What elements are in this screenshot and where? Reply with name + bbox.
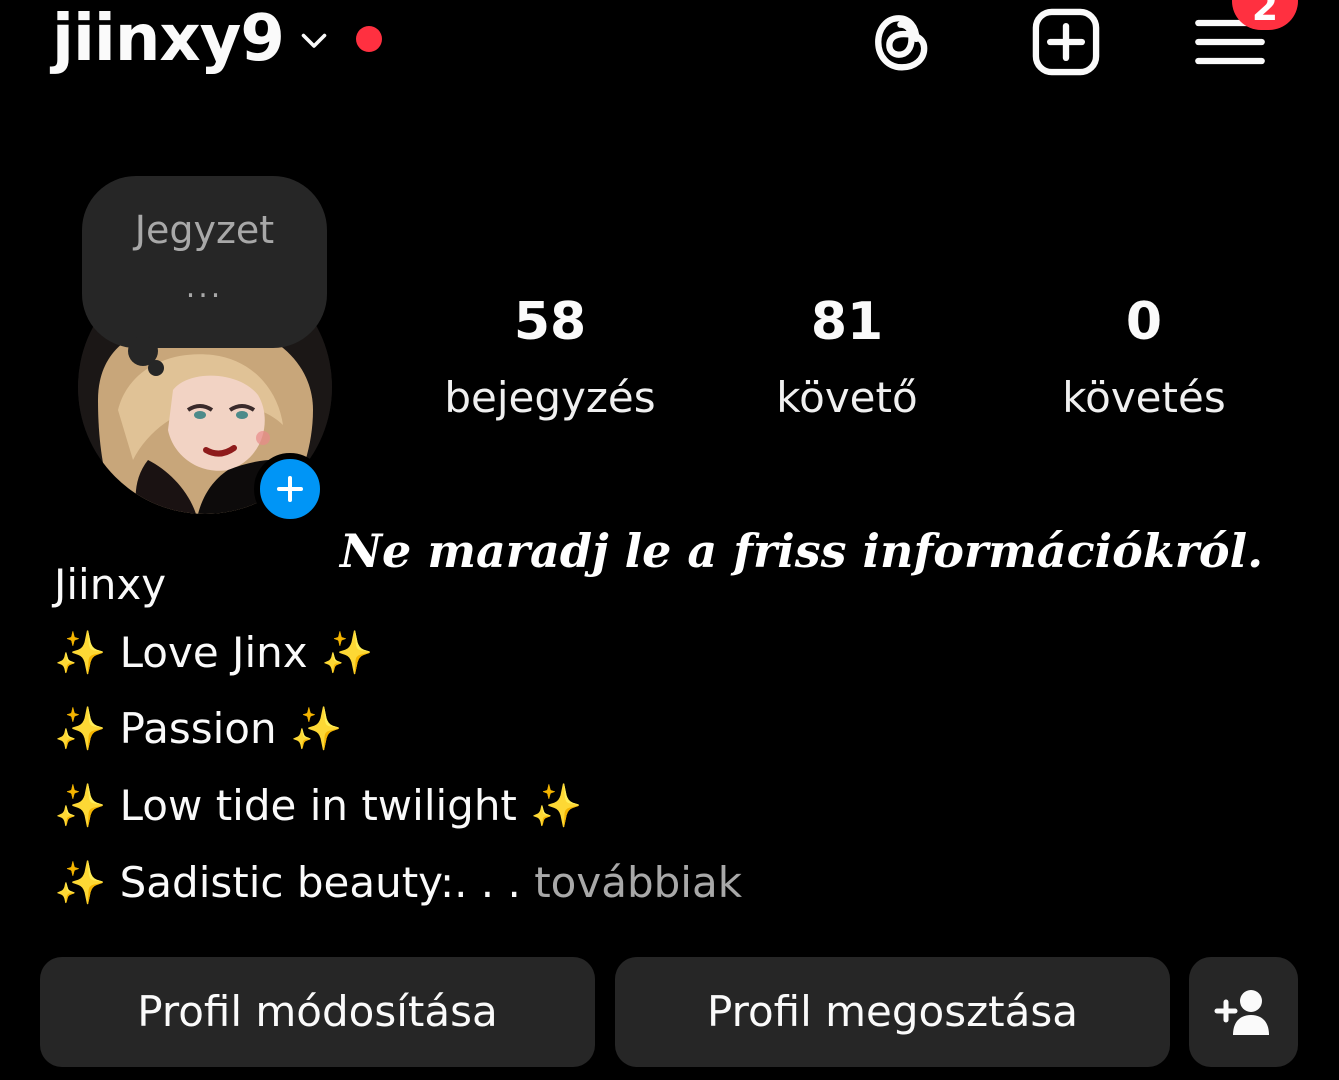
discover-people-button[interactable] — [1189, 957, 1298, 1067]
bio-text: Love Jinx — [106, 628, 321, 677]
bio-text: Passion — [106, 704, 290, 753]
bio-text: Low tide in twilight — [106, 781, 531, 830]
note-bubble[interactable] — [82, 176, 327, 348]
following-count: 0 — [1125, 292, 1163, 352]
sparkles-icon: ✨ — [289, 704, 343, 753]
bio-line: ✨ Love Jinx ✨ — [54, 628, 373, 678]
threads-icon[interactable] — [864, 4, 940, 80]
overlay-caption: Ne maradj le a friss információkról. — [340, 524, 1264, 578]
sparkles-icon: ✨ — [54, 704, 107, 753]
followers-label: követő — [776, 373, 918, 422]
bio-line: ✨ Low tide in twilight ✨ — [54, 781, 583, 831]
add-story-button[interactable] — [254, 453, 326, 525]
bio-line: ✨ Sadistic beauty:. . . továbbiak — [54, 858, 742, 908]
note-ellipsis: ... — [185, 270, 224, 305]
following-label: követés — [1062, 373, 1226, 422]
chevron-down-icon[interactable] — [296, 22, 332, 58]
username-switcher[interactable]: jiinxy9 — [52, 0, 285, 84]
sparkles-icon: ✨ — [320, 628, 374, 677]
share-profile-button[interactable]: Profil megosztása — [615, 957, 1170, 1067]
stat-following[interactable]: 0 követés — [994, 286, 1294, 438]
add-person-icon — [1214, 990, 1269, 1035]
note-tail-small — [148, 360, 164, 376]
followers-count: 81 — [810, 292, 884, 352]
notification-dot — [356, 26, 382, 52]
sparkles-icon: ✨ — [54, 628, 107, 677]
sparkles-icon: ✨ — [530, 781, 583, 830]
more-link[interactable]: továbbiak — [534, 858, 742, 907]
bio-line: ✨ Passion ✨ — [54, 704, 342, 754]
plus-icon — [277, 476, 303, 502]
plus-square-icon[interactable] — [1028, 4, 1104, 80]
stat-followers[interactable]: 81 követő — [697, 286, 997, 438]
bio-text: Sadistic beauty:. . . — [106, 858, 535, 907]
note-label: Jegyzet — [134, 208, 275, 252]
display-name: Jiinxy — [54, 560, 167, 609]
sparkles-icon: ✨ — [54, 858, 107, 907]
posts-label: bejegyzés — [444, 373, 656, 422]
stat-posts[interactable]: 58 bejegyzés — [400, 286, 700, 438]
sparkles-icon: ✨ — [54, 781, 107, 830]
edit-profile-button[interactable]: Profil módosítása — [40, 957, 595, 1067]
posts-count: 58 — [513, 292, 587, 352]
top-bar: jiinxy9 2 — [0, 0, 1339, 100]
